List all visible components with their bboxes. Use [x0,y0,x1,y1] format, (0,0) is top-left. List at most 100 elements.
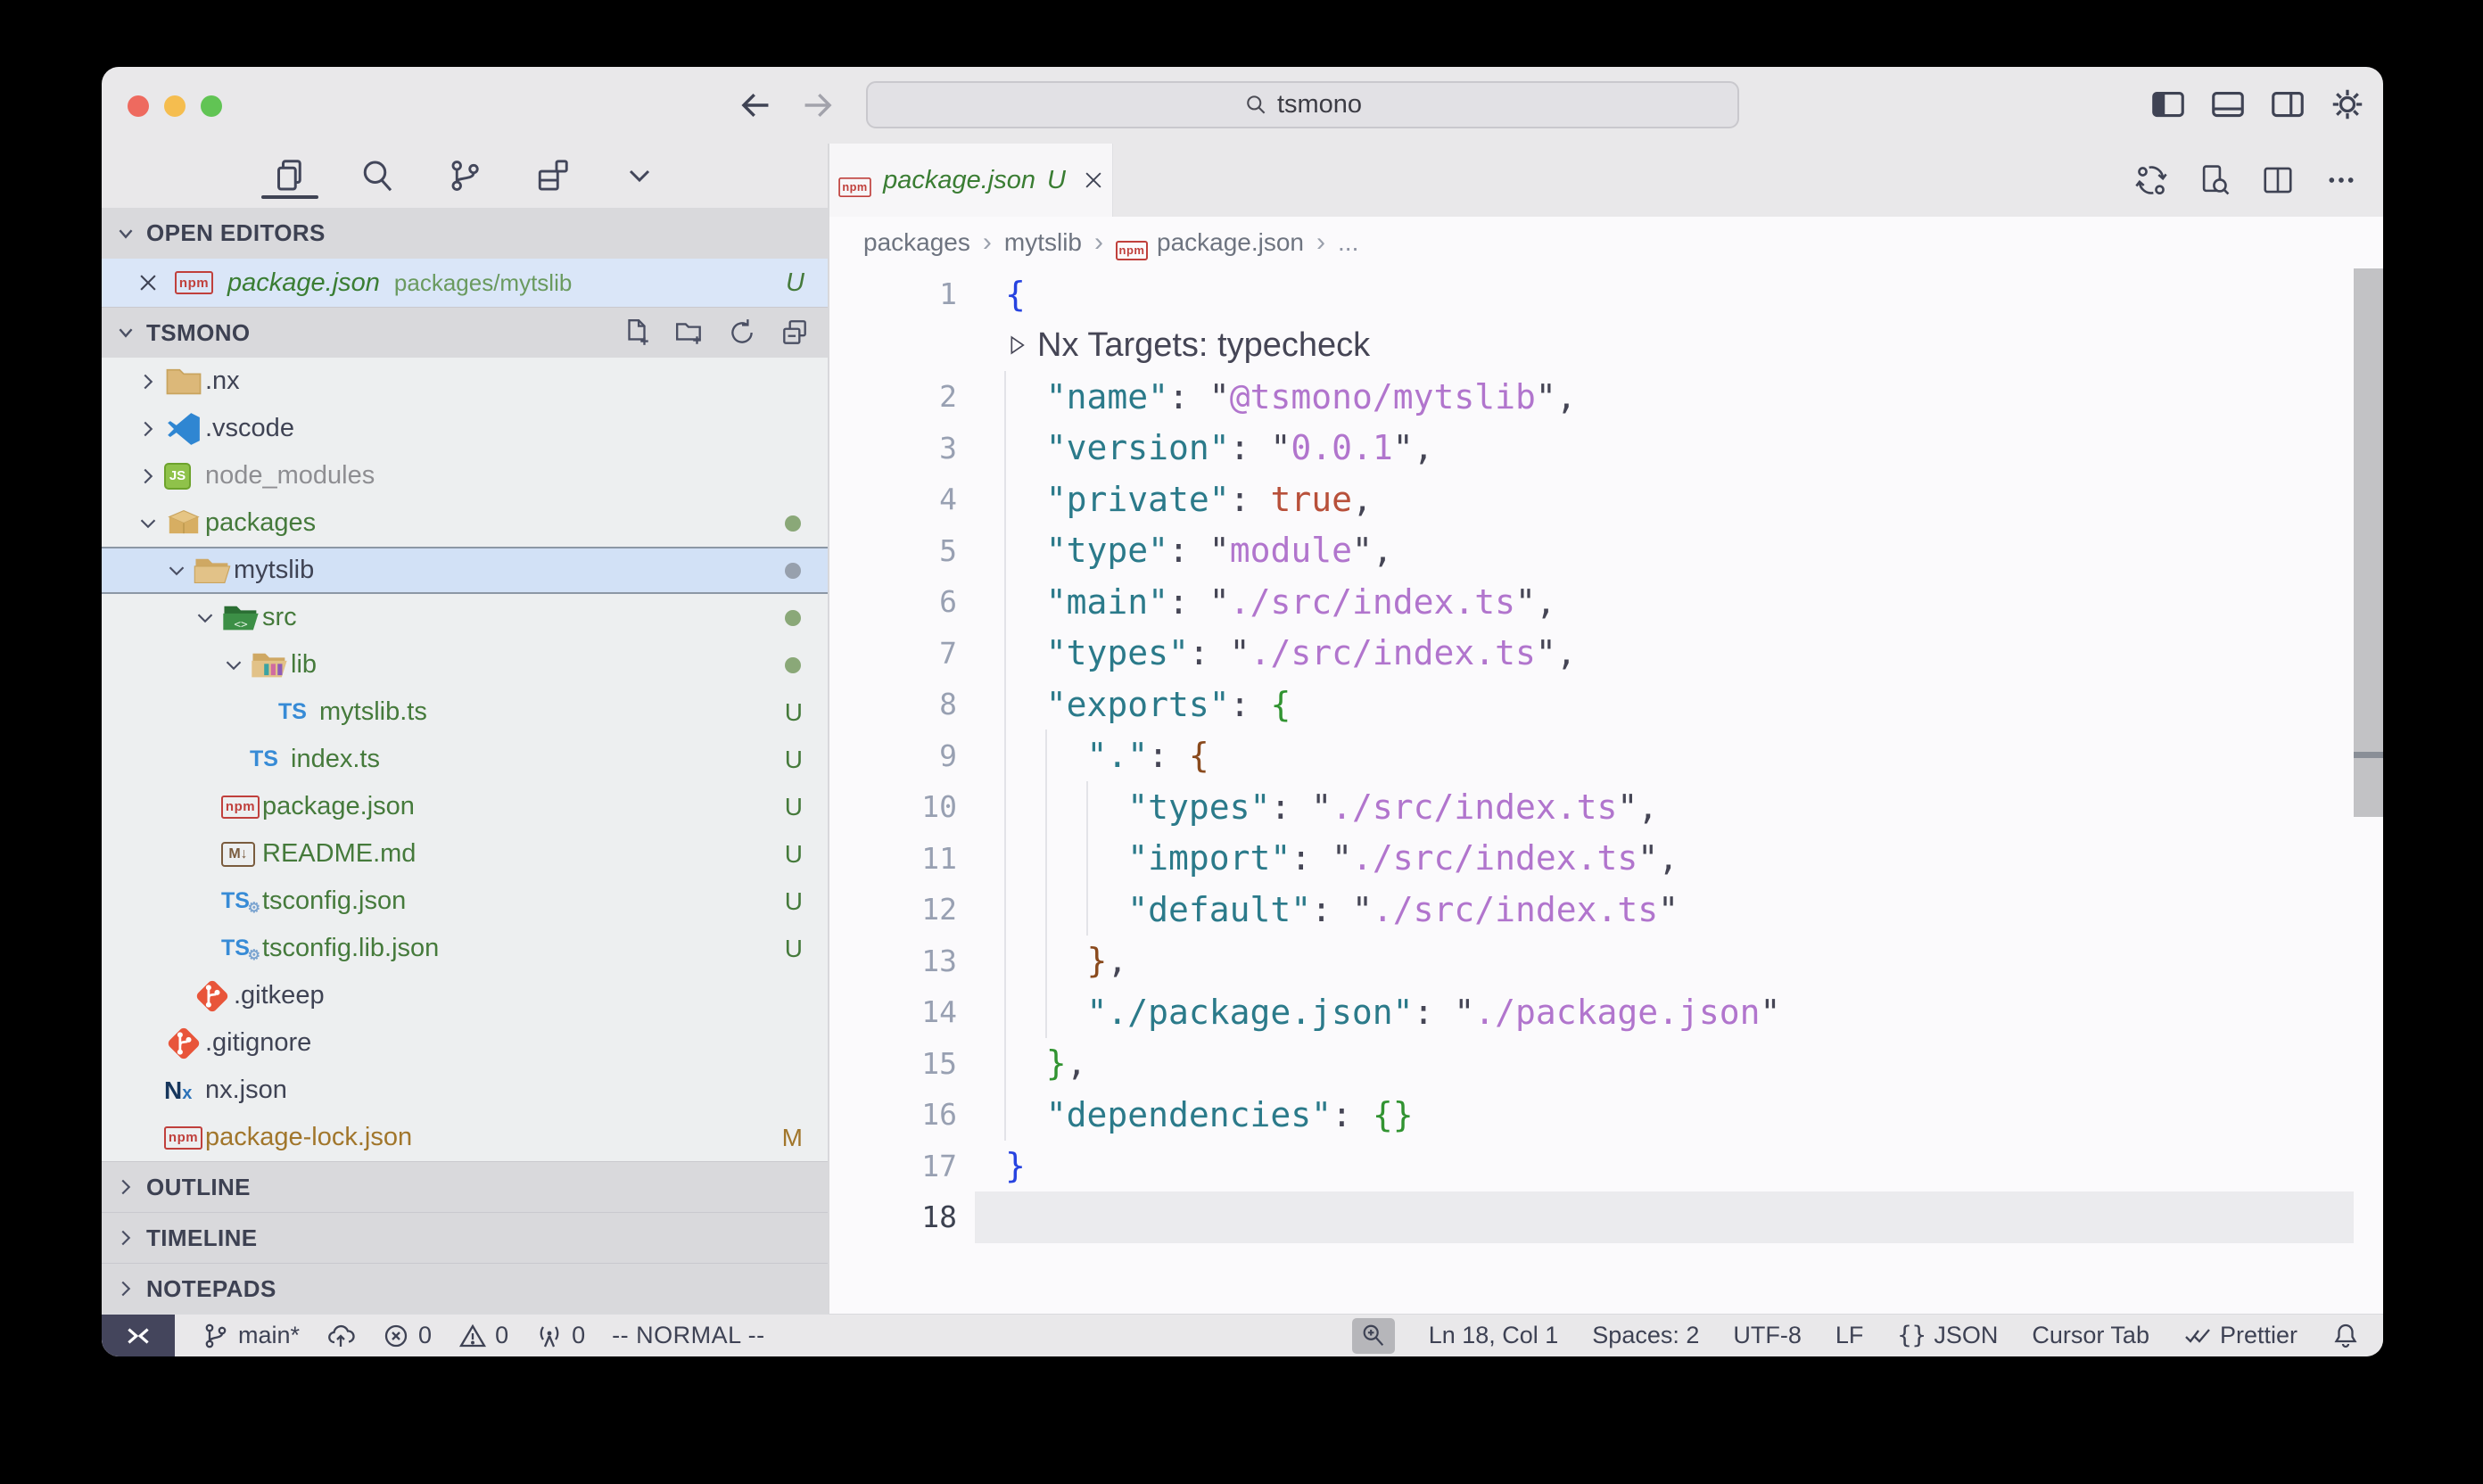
breadcrumb-item[interactable]: packages [863,228,970,257]
code-line-4[interactable]: 4 "private": true, [829,474,2383,525]
explorer-icon[interactable] [268,151,311,201]
code-line-11[interactable]: 11 "import": "./src/index.ts", [829,833,2383,885]
code-line-content: } [957,1146,1026,1185]
new-file-icon[interactable] [622,317,652,348]
code-line-17[interactable]: 17} [829,1141,2383,1192]
command-center-search[interactable]: tsmono [866,81,1739,128]
minimize-window-button[interactable] [164,95,186,117]
status-item-lf[interactable]: LF [1835,1322,1864,1349]
more-actions-icon[interactable] [2324,163,2358,197]
code-line-18[interactable]: 18 [829,1191,2383,1243]
tree-item-.gitkeep[interactable]: .gitkeep [102,972,828,1019]
tree-item-label: index.ts [291,745,380,774]
open-editors-header[interactable]: OPEN EDITORS [102,208,828,259]
tree-item-label: nx.json [205,1076,287,1105]
section-header-timeline[interactable]: TIMELINE [102,1212,828,1263]
status-item-json[interactable]: {}JSON [1897,1322,1998,1350]
code-line-6[interactable]: 6 "main": "./src/index.ts", [829,576,2383,628]
more-views-chevron-icon[interactable] [618,151,661,201]
tree-item-readme.md[interactable]: M↓README.mdU [102,830,828,878]
breadcrumb-item[interactable]: npmpackage.json [1116,228,1304,257]
code-line-2[interactable]: 2 "name": "@tsmono/mytslib", [829,371,2383,423]
status-item-zoom-level[interactable] [1352,1318,1395,1354]
code-line-16[interactable]: 16 "dependencies": {} [829,1089,2383,1141]
code-line-3[interactable]: 3 "version": "0.0.1", [829,423,2383,474]
toggle-primary-sidebar-icon[interactable] [2150,87,2186,122]
breadcrumb-item[interactable]: ... [1338,228,1358,257]
source-control-icon[interactable] [443,151,486,201]
split-editor-icon[interactable] [2261,163,2295,197]
code-line-content: "version": "0.0.1", [957,428,1434,467]
breadcrumb-item[interactable]: mytslib [1004,228,1082,257]
status-item-spaces-2[interactable]: Spaces: 2 [1592,1322,1699,1349]
line-number: 5 [829,533,957,568]
tree-item-index.ts[interactable]: TSindex.tsU [102,736,828,783]
code-line-13[interactable]: 13 }, [829,936,2383,987]
code-line-14[interactable]: 14 "./package.json": "./package.json" [829,986,2383,1038]
status-item-utf-8[interactable]: UTF-8 [1733,1322,1802,1349]
status-item-main-[interactable]: main* [202,1322,300,1350]
close-window-button[interactable] [128,95,149,117]
tree-item-tsconfig.lib.json[interactable]: TS⚙tsconfig.lib.jsonU [102,925,828,972]
code-line-15[interactable]: 15 }, [829,1038,2383,1090]
extensions-icon[interactable] [531,151,573,201]
status-item-prettier[interactable]: Prettier [2183,1322,2297,1350]
back-arrow-icon[interactable] [737,87,774,124]
close-icon[interactable] [136,270,161,295]
code-line-12[interactable]: 12 "default": "./src/index.ts" [829,884,2383,936]
code-line-10[interactable]: 10 "types": "./src/index.ts", [829,781,2383,833]
toggle-panel-icon[interactable] [2210,87,2246,122]
section-header-outline[interactable]: OUTLINE [102,1161,828,1212]
status-item-bell[interactable] [2331,1322,2360,1350]
section-header-notepads[interactable]: NOTEPADS [102,1263,828,1314]
code-line-7[interactable]: 7 "types": "./src/index.ts", [829,628,2383,680]
code-line-9[interactable]: 9 ".": { [829,730,2383,782]
zoom-level-chip[interactable] [1352,1318,1395,1354]
maximize-window-button[interactable] [201,95,222,117]
open-editor-item[interactable]: npm package.json packages/mytslib U [102,259,828,307]
search-icon[interactable] [356,151,399,201]
codelens-link[interactable]: Nx Targets: typecheck [957,326,1370,365]
tree-item-src[interactable]: <>src [102,594,828,641]
tab-package-json[interactable]: npm package.json U [829,144,1113,217]
tree-item-.vscode[interactable]: .vscode [102,405,828,452]
open-changes-icon[interactable] [2134,163,2168,197]
collapse-folders-icon[interactable] [780,317,810,348]
status-item-0[interactable]: 0 [535,1322,585,1350]
new-folder-icon[interactable] [674,317,705,348]
tree-item-.gitignore[interactable]: .gitignore [102,1019,828,1067]
tree-item-.nx[interactable]: .nx [102,358,828,405]
chevron-down-icon [112,220,139,247]
toggle-secondary-sidebar-icon[interactable] [2270,87,2306,122]
code-line-1[interactable]: 1{ [829,268,2383,320]
tree-item-mytslib[interactable]: mytslib [102,547,828,594]
status-item-0[interactable]: 0 [458,1322,508,1350]
open-preview-icon[interactable] [2198,163,2231,197]
project-header[interactable]: TSMONO [102,307,828,358]
tree-item-lib[interactable]: lib [102,641,828,688]
code-editor[interactable]: 1{ Nx Targets: typecheck 2 "name": "@tsmon… [829,268,2383,1314]
settings-gear-icon[interactable] [2330,87,2365,122]
codelens-row[interactable]: Nx Targets: typecheck [829,320,2383,372]
status-item--normal-[interactable]: -- NORMAL -- [612,1322,764,1349]
status-item-0[interactable]: 0 [382,1322,432,1350]
forward-arrow-icon[interactable] [799,87,837,124]
status-item-ln-18-col-1[interactable]: Ln 18, Col 1 [1429,1322,1559,1349]
tree-item-package-lock.json[interactable]: npmpackage-lock.jsonM [102,1114,828,1161]
refresh-explorer-icon[interactable] [727,317,757,348]
code-line-5[interactable]: 5 "type": "module", [829,525,2383,577]
status-item-cursor-tab[interactable]: Cursor Tab [2032,1322,2149,1349]
tree-item-mytslib.ts[interactable]: TSmytslib.tsU [102,688,828,736]
tree-item-nx.json[interactable]: Nxnx.json [102,1067,828,1114]
status-item-cloud-upload[interactable] [326,1322,355,1350]
tree-item-package.json[interactable]: npmpackage.jsonU [102,783,828,830]
status-item-label: 0 [495,1322,508,1349]
tree-item-tsconfig.json[interactable]: TS⚙tsconfig.jsonU [102,878,828,925]
tree-item-packages[interactable]: packages [102,499,828,547]
code-line-8[interactable]: 8 "exports": { [829,679,2383,730]
scrollbar-thumb[interactable] [2354,268,2383,817]
editor-group: npm package.json U packages›mytslib›npmp… [829,144,2383,1314]
close-tab-icon[interactable] [1081,168,1106,193]
tree-item-node-modules[interactable]: JSnode_modules [102,452,828,499]
remote-indicator-button[interactable] [102,1315,175,1357]
